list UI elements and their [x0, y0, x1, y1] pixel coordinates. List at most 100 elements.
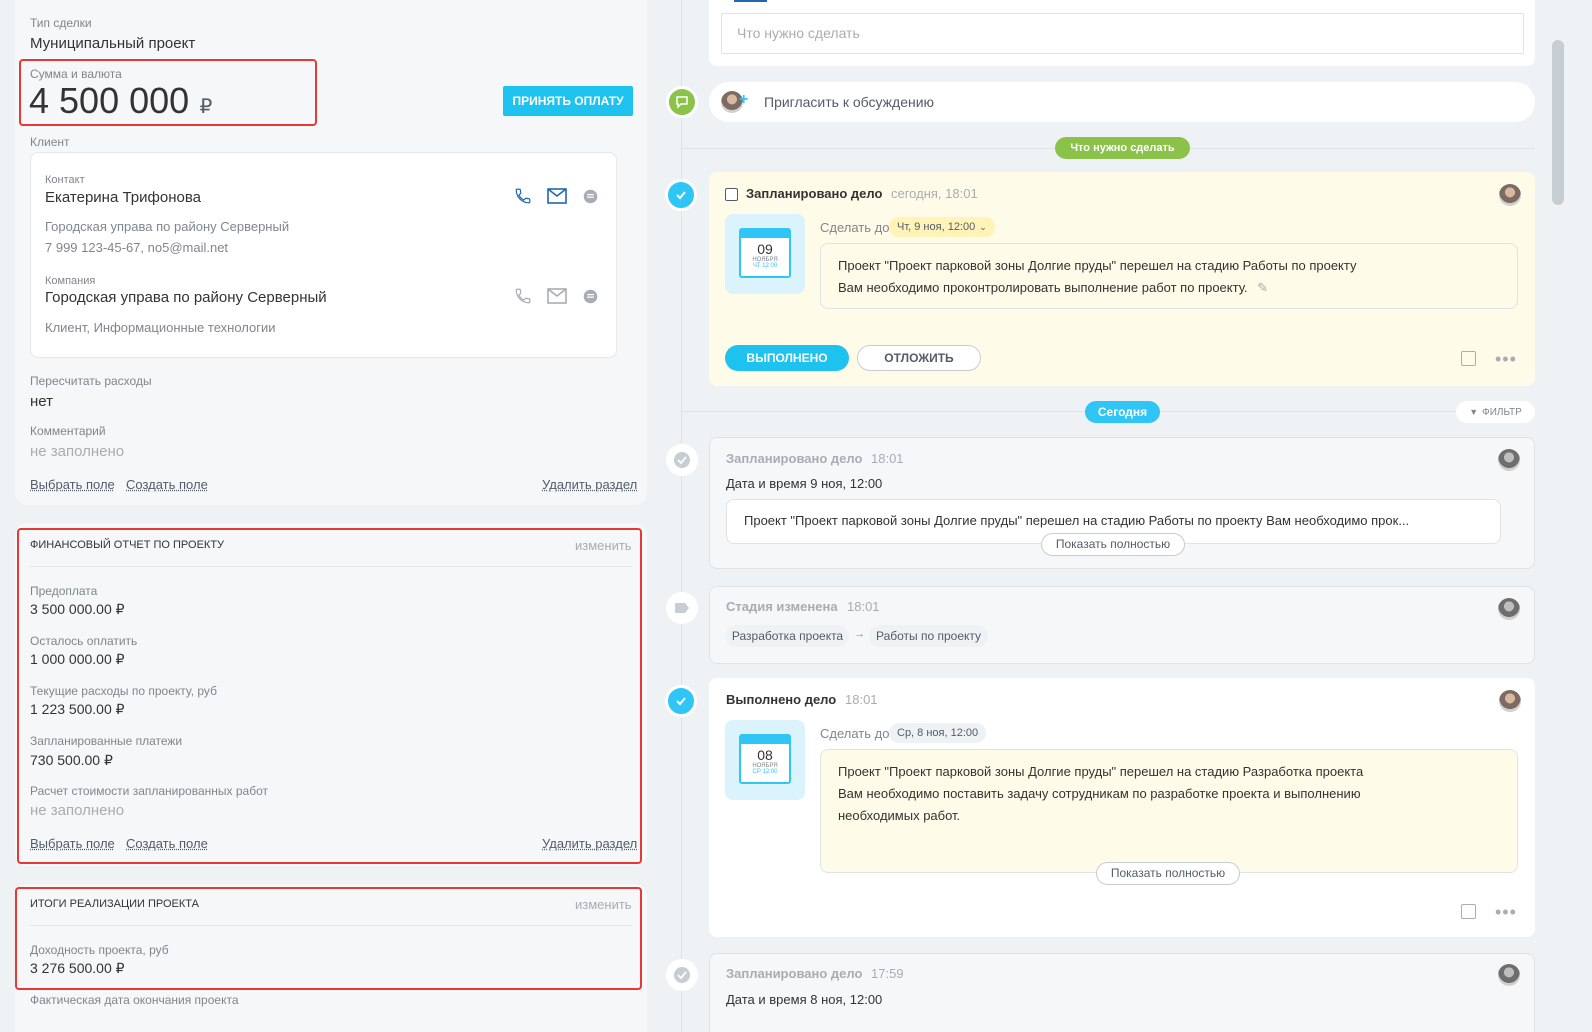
history-time-2: 17:59: [871, 966, 904, 981]
stage-time: 18:01: [847, 599, 880, 614]
avatar: [1499, 690, 1521, 712]
client-label: Клиент: [30, 135, 70, 149]
comment-value[interactable]: не заполнено: [30, 443, 124, 460]
history-text-1: Проект "Проект парковой зоны Долгие пруд…: [744, 513, 1410, 528]
deadline-chip: Ср, 8 ноя, 12:00: [889, 723, 987, 743]
more-icon[interactable]: •••: [1495, 349, 1517, 370]
planned-payments-label: Запланированные платежи: [30, 734, 183, 748]
calendar-day: 08: [757, 747, 773, 763]
tab-active-indicator: [734, 0, 767, 2]
delete-section-link[interactable]: Удалить раздел: [542, 836, 637, 851]
finance-title: ФИНАНСОВЫЙ ОТЧЕТ ПО ПРОЕКТУ: [30, 539, 225, 551]
check-icon: [666, 959, 698, 991]
avatar: [1498, 449, 1520, 471]
check-icon: [665, 685, 697, 717]
mail-icon[interactable]: [546, 186, 568, 206]
deadline-value: Ср, 8 ноя, 12:00: [897, 727, 979, 739]
done-line1: Проект "Проект парковой зоны Долгие пруд…: [838, 764, 1364, 779]
chevron-down-icon: ⌄: [979, 221, 987, 232]
todo-input[interactable]: Что нужно сделать: [721, 13, 1524, 54]
income-value[interactable]: 3 276 500.00 ₽: [30, 960, 125, 977]
end-date-label: Фактическая дата окончания проекта: [30, 993, 239, 1007]
deadline-value: Чт, 9 ноя, 12:00: [897, 221, 976, 233]
planned-line2-row: Вам необходимо проконтролировать выполне…: [838, 277, 1500, 299]
planned-title: Запланировано дело: [746, 186, 883, 201]
contact-company: Городская управа по району Серверный: [45, 219, 290, 234]
planned-line1: Проект "Проект парковой зоны Долгие пруд…: [838, 258, 1357, 273]
done-button[interactable]: ВЫПОЛНЕНО: [725, 345, 849, 371]
planned-time: сегодня, 18:01: [891, 186, 978, 201]
show-full-button[interactable]: Показать полностью: [1096, 862, 1240, 885]
history-datetime-2: Дата и время 8 ноя, 12:00: [726, 992, 883, 1007]
accept-payment-button[interactable]: ПРИНЯТЬ ОПЛАТУ: [503, 86, 633, 116]
todo-input-placeholder: Что нужно сделать: [737, 25, 860, 41]
calc-value[interactable]: не заполнено: [30, 802, 124, 819]
prepayment-label: Предоплата: [30, 584, 98, 598]
prepayment-value[interactable]: 3 500 000.00 ₽: [30, 601, 125, 618]
deal-type-value[interactable]: Муниципальный проект: [30, 35, 195, 52]
remaining-label: Осталось оплатить: [30, 634, 138, 648]
results-edit-link[interactable]: изменить: [575, 897, 632, 912]
finance-edit-link[interactable]: изменить: [575, 538, 632, 553]
note-icon[interactable]: [1461, 904, 1476, 919]
select-field-link[interactable]: Выбрать поле: [30, 836, 115, 851]
deadline-chip[interactable]: Чт, 9 ноя, 12:00 ⌄: [889, 217, 995, 237]
company-name[interactable]: Городская управа по району Серверный: [45, 289, 327, 306]
create-field-link[interactable]: Создать поле: [126, 477, 208, 492]
chat-icon[interactable]: [580, 186, 600, 206]
invite-text: Пригласить к обсуждению: [764, 94, 935, 110]
calendar-sub: ЧТ 12:00: [752, 263, 778, 269]
finance-divider: [30, 566, 632, 567]
note-icon[interactable]: [1461, 351, 1476, 366]
postpone-button[interactable]: ОТЛОЖИТЬ: [857, 345, 981, 371]
mail-icon[interactable]: [546, 286, 568, 306]
delete-section-link[interactable]: Удалить раздел: [542, 477, 637, 492]
todo-badge: Что нужно сделать: [1055, 137, 1190, 159]
income-label: Доходность проекта, руб: [30, 943, 169, 957]
avatar: [1498, 964, 1520, 986]
add-user-icon[interactable]: +: [739, 91, 748, 109]
arrow-right-icon: →: [854, 628, 865, 640]
results-divider: [30, 925, 632, 926]
calendar-icon: 08 НОЯБРЯ СР 12:00: [725, 720, 805, 800]
pencil-icon[interactable]: ✎: [1257, 280, 1268, 295]
expenses-label: Текущие расходы по проекту, руб: [30, 684, 217, 698]
check-icon: [666, 444, 698, 476]
chat-icon[interactable]: [580, 286, 600, 306]
done-title: Выполнено дело: [726, 692, 837, 707]
company-label: Компания: [45, 275, 96, 287]
filter-button[interactable]: ▼ ФИЛЬТР: [1456, 401, 1535, 423]
amount-value: 4 500 000: [29, 80, 190, 121]
planned-checkbox[interactable]: [725, 188, 738, 201]
amount-label: Сумма и валюта: [30, 67, 122, 81]
expenses-value[interactable]: 1 223 500.00 ₽: [30, 701, 125, 718]
avatar: [1498, 598, 1520, 620]
create-field-link[interactable]: Создать поле: [126, 836, 208, 851]
timeline-line: [681, 0, 682, 1032]
remaining-value[interactable]: 1 000 000.00 ₽: [30, 651, 125, 668]
done-line3: необходимых работ.: [838, 808, 961, 823]
amount-value-row[interactable]: 4 500 000 ₽: [29, 80, 212, 122]
select-field-link[interactable]: Выбрать поле: [30, 477, 115, 492]
stage-to-chip: Работы по проекту: [869, 625, 988, 647]
phone-icon[interactable]: [513, 286, 533, 306]
recalc-value[interactable]: нет: [30, 393, 53, 410]
more-icon[interactable]: •••: [1495, 902, 1517, 923]
planned-line2: Вам необходимо проконтролировать выполне…: [838, 280, 1248, 295]
filter-label: ФИЛЬТР: [1482, 406, 1522, 418]
deadline-label: Сделать до: [820, 726, 890, 741]
filter-icon: ▼: [1469, 407, 1479, 417]
scrollbar-thumb[interactable]: [1552, 40, 1564, 205]
phone-icon[interactable]: [513, 186, 533, 206]
recalc-label: Пересчитать расходы: [30, 374, 152, 388]
done-message-box: Проект "Проект парковой зоны Долгие пруд…: [820, 749, 1518, 873]
show-full-button[interactable]: Показать полностью: [1041, 533, 1185, 556]
calendar-day: 09: [757, 241, 773, 257]
planned-payments-value[interactable]: 730 500.00 ₽: [30, 752, 113, 769]
contact-name[interactable]: Екатерина Трифонова: [45, 189, 201, 206]
comment-label: Комментарий: [30, 424, 106, 438]
history-title-2: Запланировано дело: [726, 966, 863, 981]
currency-symbol: ₽: [199, 96, 213, 118]
calc-label: Расчет стоимости запланированных работ: [30, 784, 268, 798]
done-line2: Вам необходимо поставить задачу сотрудни…: [838, 786, 1361, 801]
